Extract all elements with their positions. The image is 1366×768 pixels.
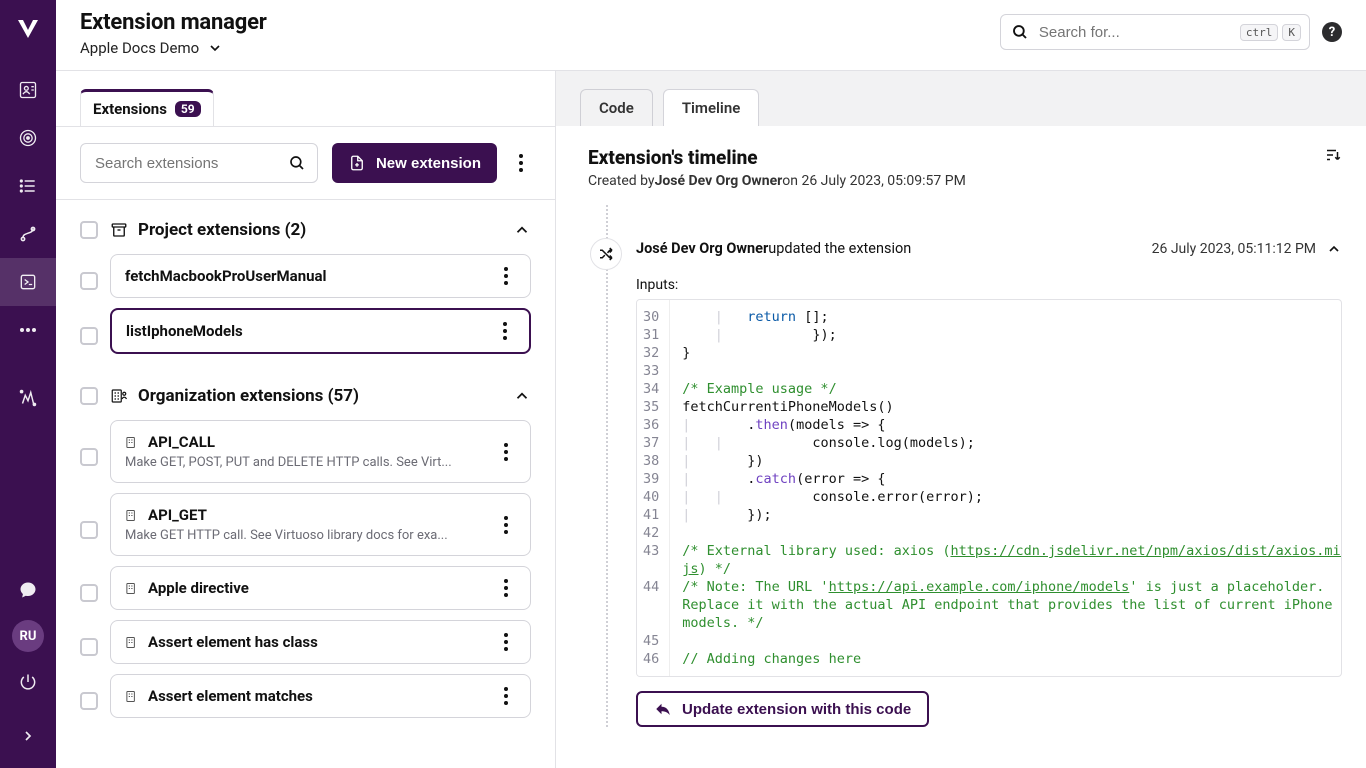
card-menu[interactable] xyxy=(496,267,516,285)
timeline-event-header[interactable]: José Dev Org Owner updated the extension… xyxy=(636,240,1342,257)
org-badge-icon xyxy=(125,581,140,596)
ext-checkbox[interactable] xyxy=(80,638,98,656)
shuffle-icon xyxy=(590,238,622,270)
rail-item-more[interactable] xyxy=(0,306,56,354)
rail-item-expand[interactable] xyxy=(0,712,56,760)
ext-checkbox[interactable] xyxy=(80,448,98,466)
select-all-project-checkbox[interactable] xyxy=(80,221,98,239)
update-extension-button[interactable]: Update extension with this code xyxy=(636,691,929,727)
rail-item-people[interactable] xyxy=(0,66,56,114)
inputs-label: Inputs: xyxy=(636,277,1342,293)
code-diff-block: 3031323334353637383940414243444546 | ret… xyxy=(636,299,1342,677)
rail-item-goals[interactable] xyxy=(0,114,56,162)
extension-card[interactable]: API_CALL Make GET, POST, PUT and DELETE … xyxy=(110,420,531,483)
ext-checkbox[interactable] xyxy=(80,327,98,345)
extension-card[interactable]: fetchMacbookProUserManual xyxy=(110,254,531,298)
card-menu[interactable] xyxy=(496,687,516,705)
new-extension-button[interactable]: New extension xyxy=(332,143,497,183)
rail-item-ai[interactable] xyxy=(0,374,56,422)
code-content[interactable]: | return []; | }); } /* Example usage */… xyxy=(670,300,1341,676)
timeline-title: Extension's timeline xyxy=(588,146,1324,169)
toolbar-overflow-menu[interactable] xyxy=(511,154,531,172)
section-project-extensions[interactable]: Project extensions (2) xyxy=(110,220,531,240)
page-title: Extension manager xyxy=(80,10,267,35)
page-header: Extension manager Apple Docs Demo ctrl K… xyxy=(56,0,1366,71)
extension-card[interactable]: Assert element matches xyxy=(110,674,531,718)
extensions-count-pill: 59 xyxy=(175,101,201,117)
extension-card[interactable]: Assert element has class xyxy=(110,620,531,664)
global-search-input[interactable] xyxy=(1037,23,1240,42)
detail-panel: Code Timeline Extension's timeline Creat… xyxy=(556,71,1366,768)
chevron-down-icon xyxy=(207,40,223,56)
org-badge-icon xyxy=(125,435,140,450)
tab-timeline[interactable]: Timeline xyxy=(663,89,759,126)
line-gutter: 3031323334353637383940414243444546 xyxy=(637,300,670,676)
reply-icon xyxy=(654,700,672,718)
help-icon[interactable]: ? xyxy=(1322,22,1342,42)
project-switcher[interactable]: Apple Docs Demo xyxy=(80,39,267,57)
chevron-up-icon xyxy=(513,387,531,405)
file-plus-icon xyxy=(348,154,366,172)
ext-checkbox[interactable] xyxy=(80,521,98,539)
select-all-org-checkbox[interactable] xyxy=(80,387,98,405)
extensions-panel: Extensions 59 New extension xyxy=(56,71,556,768)
section-org-extensions[interactable]: Organization extensions (57) xyxy=(110,386,531,406)
chevron-up-icon xyxy=(513,221,531,239)
sort-icon[interactable] xyxy=(1324,146,1342,164)
org-badge-icon xyxy=(125,508,140,523)
card-menu[interactable] xyxy=(496,633,516,651)
search-icon xyxy=(1011,23,1029,41)
extension-card[interactable]: Apple directive xyxy=(110,566,531,610)
rail-item-extensions[interactable] xyxy=(0,258,56,306)
event-timestamp: 26 July 2023, 05:11:12 PM xyxy=(1152,241,1316,257)
extension-card[interactable]: API_GET Make GET HTTP call. See Virtuoso… xyxy=(110,493,531,556)
project-name: Apple Docs Demo xyxy=(80,39,199,57)
brand-logo xyxy=(14,14,42,42)
card-menu[interactable] xyxy=(496,516,516,534)
org-icon xyxy=(110,387,128,405)
card-menu[interactable] xyxy=(496,579,516,597)
extensions-search-input[interactable] xyxy=(80,143,318,183)
extension-card-selected[interactable]: listIphoneModels xyxy=(110,308,531,354)
rail-item-chat[interactable] xyxy=(0,566,56,614)
archive-icon xyxy=(110,221,128,239)
chevron-up-icon xyxy=(1326,241,1342,257)
search-icon xyxy=(288,154,306,172)
user-avatar[interactable]: RU xyxy=(12,620,44,652)
tab-extensions[interactable]: Extensions 59 xyxy=(80,89,214,126)
ext-checkbox[interactable] xyxy=(80,584,98,602)
org-badge-icon xyxy=(125,635,140,650)
org-badge-icon xyxy=(125,689,140,704)
ext-checkbox[interactable] xyxy=(80,272,98,290)
ext-checkbox[interactable] xyxy=(80,692,98,710)
app-nav-rail: RU xyxy=(0,0,56,768)
timeline-created-meta: Created by José Dev Org Owner on 26 July… xyxy=(588,173,1324,189)
card-menu[interactable] xyxy=(496,443,516,461)
tab-code[interactable]: Code xyxy=(580,89,653,126)
rail-item-list[interactable] xyxy=(0,162,56,210)
global-search[interactable]: ctrl K xyxy=(1000,14,1310,50)
card-menu[interactable] xyxy=(495,322,515,340)
kbd-hint: ctrl K xyxy=(1240,24,1301,41)
rail-item-route[interactable] xyxy=(0,210,56,258)
rail-item-power[interactable] xyxy=(0,658,56,706)
